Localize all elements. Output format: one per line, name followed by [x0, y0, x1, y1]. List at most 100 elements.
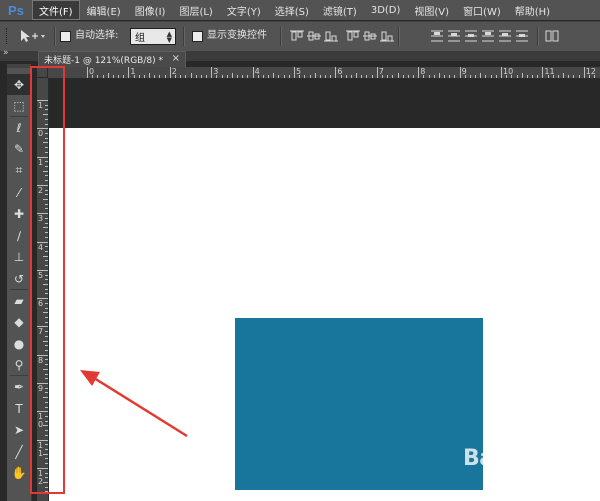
ruler-tick: [45, 331, 48, 333]
ruler-tick: [37, 411, 48, 413]
ruler-origin[interactable]: [37, 67, 48, 78]
menu-item[interactable]: 帮助(H): [508, 0, 557, 20]
menu-item[interactable]: 窗口(W): [456, 0, 508, 20]
align-vertical-centers-icon[interactable]: [307, 29, 321, 43]
ruler-tick: [118, 75, 120, 78]
align-horizontal-centers-icon[interactable]: [363, 29, 377, 43]
tool-preset-picker[interactable]: [18, 28, 52, 44]
ruler-left-label: 6: [38, 299, 44, 309]
distribute-left-icon[interactable]: [481, 29, 495, 43]
quick-select-tool-icon[interactable]: ✎: [7, 139, 31, 160]
marquee-tool-icon[interactable]: ⬚: [7, 96, 31, 117]
distribute-right-icon[interactable]: [515, 29, 529, 43]
options-grip[interactable]: [6, 28, 9, 44]
menu-item[interactable]: 图层(L): [172, 0, 219, 20]
auto-align-icon[interactable]: [545, 29, 559, 43]
auto-select-checkbox[interactable]: [60, 31, 71, 42]
ruler-tick: [480, 73, 482, 78]
distribute-vcenter-icon[interactable]: [447, 29, 461, 43]
ruler-tick: [200, 75, 202, 78]
ruler-tick: [37, 128, 48, 130]
ruler-tick: [43, 227, 48, 229]
ruler-tick: [45, 147, 48, 149]
ruler-tick: [164, 75, 166, 78]
ruler-tick: [102, 75, 104, 78]
menu-item[interactable]: 滤镜(T): [316, 0, 364, 20]
ruler-tick: [45, 246, 48, 248]
ruler-tick: [45, 166, 48, 168]
hand-tool-icon[interactable]: ✋: [7, 463, 31, 484]
ruler-tick: [45, 364, 48, 366]
ruler-tick: [547, 75, 549, 78]
ruler-tick: [319, 75, 321, 78]
gradient-tool-icon[interactable]: ◆: [7, 312, 31, 333]
ruler-tick: [45, 316, 48, 318]
brush-tool-icon[interactable]: ∕: [7, 225, 31, 246]
menu-item[interactable]: 文字(Y): [220, 0, 268, 20]
ruler-left-label: 5: [38, 270, 44, 280]
close-document-icon[interactable]: ×: [172, 53, 180, 64]
ruler-tick: [314, 73, 316, 78]
menu-item[interactable]: 3D(D): [364, 0, 408, 20]
ruler-tick: [45, 345, 48, 347]
distribute-hcenter-icon[interactable]: [498, 29, 512, 43]
options-separator: [537, 27, 539, 46]
toolbox-separator: [10, 116, 28, 118]
ruler-tick: [459, 67, 461, 78]
menu-item[interactable]: 文件(F): [32, 0, 80, 20]
history-brush-tool-icon[interactable]: ↺: [7, 268, 31, 289]
ruler-tick: [501, 67, 502, 78]
lasso-tool-icon[interactable]: ℓ: [7, 117, 31, 138]
distribute-top-icon[interactable]: [430, 29, 444, 43]
align-right-edges-icon[interactable]: [380, 29, 394, 43]
blur-tool-icon[interactable]: ●: [7, 333, 31, 354]
ruler-tick: [45, 118, 48, 120]
horizontal-ruler[interactable]: 0 1 2 3 4 5 6 7 8 9 10 11 12: [37, 67, 600, 79]
ruler-tick: [45, 123, 48, 125]
eyedropper-tool-icon[interactable]: ⁄: [7, 182, 31, 203]
collapse-toolbox-icon[interactable]: »: [3, 48, 9, 58]
ruler-tick: [325, 75, 327, 78]
ruler-tick: [43, 482, 48, 484]
move-tool-icon[interactable]: ✥: [7, 74, 31, 95]
clone-stamp-tool-icon[interactable]: ⊥: [7, 247, 31, 268]
show-transform-checkbox[interactable]: [192, 31, 203, 42]
ruler-tick: [449, 75, 451, 78]
align-top-edges-icon[interactable]: [290, 29, 304, 43]
ruler-tick: [45, 194, 48, 196]
distribute-bottom-icon[interactable]: [464, 29, 478, 43]
toolbox-separator: [10, 375, 28, 377]
menu-item[interactable]: 编辑(E): [80, 0, 128, 20]
ruler-tick: [309, 75, 311, 78]
menu-item[interactable]: 图像(I): [128, 0, 173, 20]
document-tab[interactable]: 未标题-1 @ 121%(RGB/8) * ×: [38, 51, 186, 67]
pen-tool-icon[interactable]: ✒: [7, 376, 31, 397]
dropdown-arrows-icon: ▲ ▼: [166, 30, 172, 44]
ruler-tick: [273, 73, 275, 78]
healing-brush-tool-icon[interactable]: ✚: [7, 204, 31, 225]
line-tool-icon[interactable]: ╱: [7, 441, 31, 462]
align-bottom-edges-icon[interactable]: [324, 29, 338, 43]
ruler-left-label: 1 2: [38, 468, 44, 486]
ruler-tick: [464, 75, 466, 78]
ruler-tick: [45, 217, 48, 219]
auto-select-target-dropdown[interactable]: 组 ▲ ▼: [130, 28, 176, 45]
type-tool-icon[interactable]: T: [7, 398, 31, 419]
blue-rectangle-layer[interactable]: [235, 318, 483, 490]
ruler-left-label: 9: [38, 384, 44, 393]
ruler-tick: [294, 67, 295, 78]
eraser-tool-icon[interactable]: ▰: [7, 290, 31, 311]
ruler-tick: [138, 75, 140, 78]
path-selection-tool-icon[interactable]: ➤: [7, 420, 31, 441]
dodge-tool-icon[interactable]: ⚲: [7, 355, 31, 376]
menu-item[interactable]: 选择(S): [268, 0, 316, 20]
toolbox-separator: [10, 289, 28, 290]
menu-item[interactable]: 视图(V): [407, 0, 456, 20]
align-left-edges-icon[interactable]: [346, 29, 360, 43]
crop-tool-icon[interactable]: ⌗: [7, 160, 31, 181]
ruler-tick: [278, 75, 280, 78]
move-tool-icon: [21, 30, 45, 42]
ruler-tick: [112, 75, 114, 78]
vertical-ruler[interactable]: 101234567891 01 11 2: [37, 78, 49, 501]
ruler-tick: [45, 416, 48, 418]
